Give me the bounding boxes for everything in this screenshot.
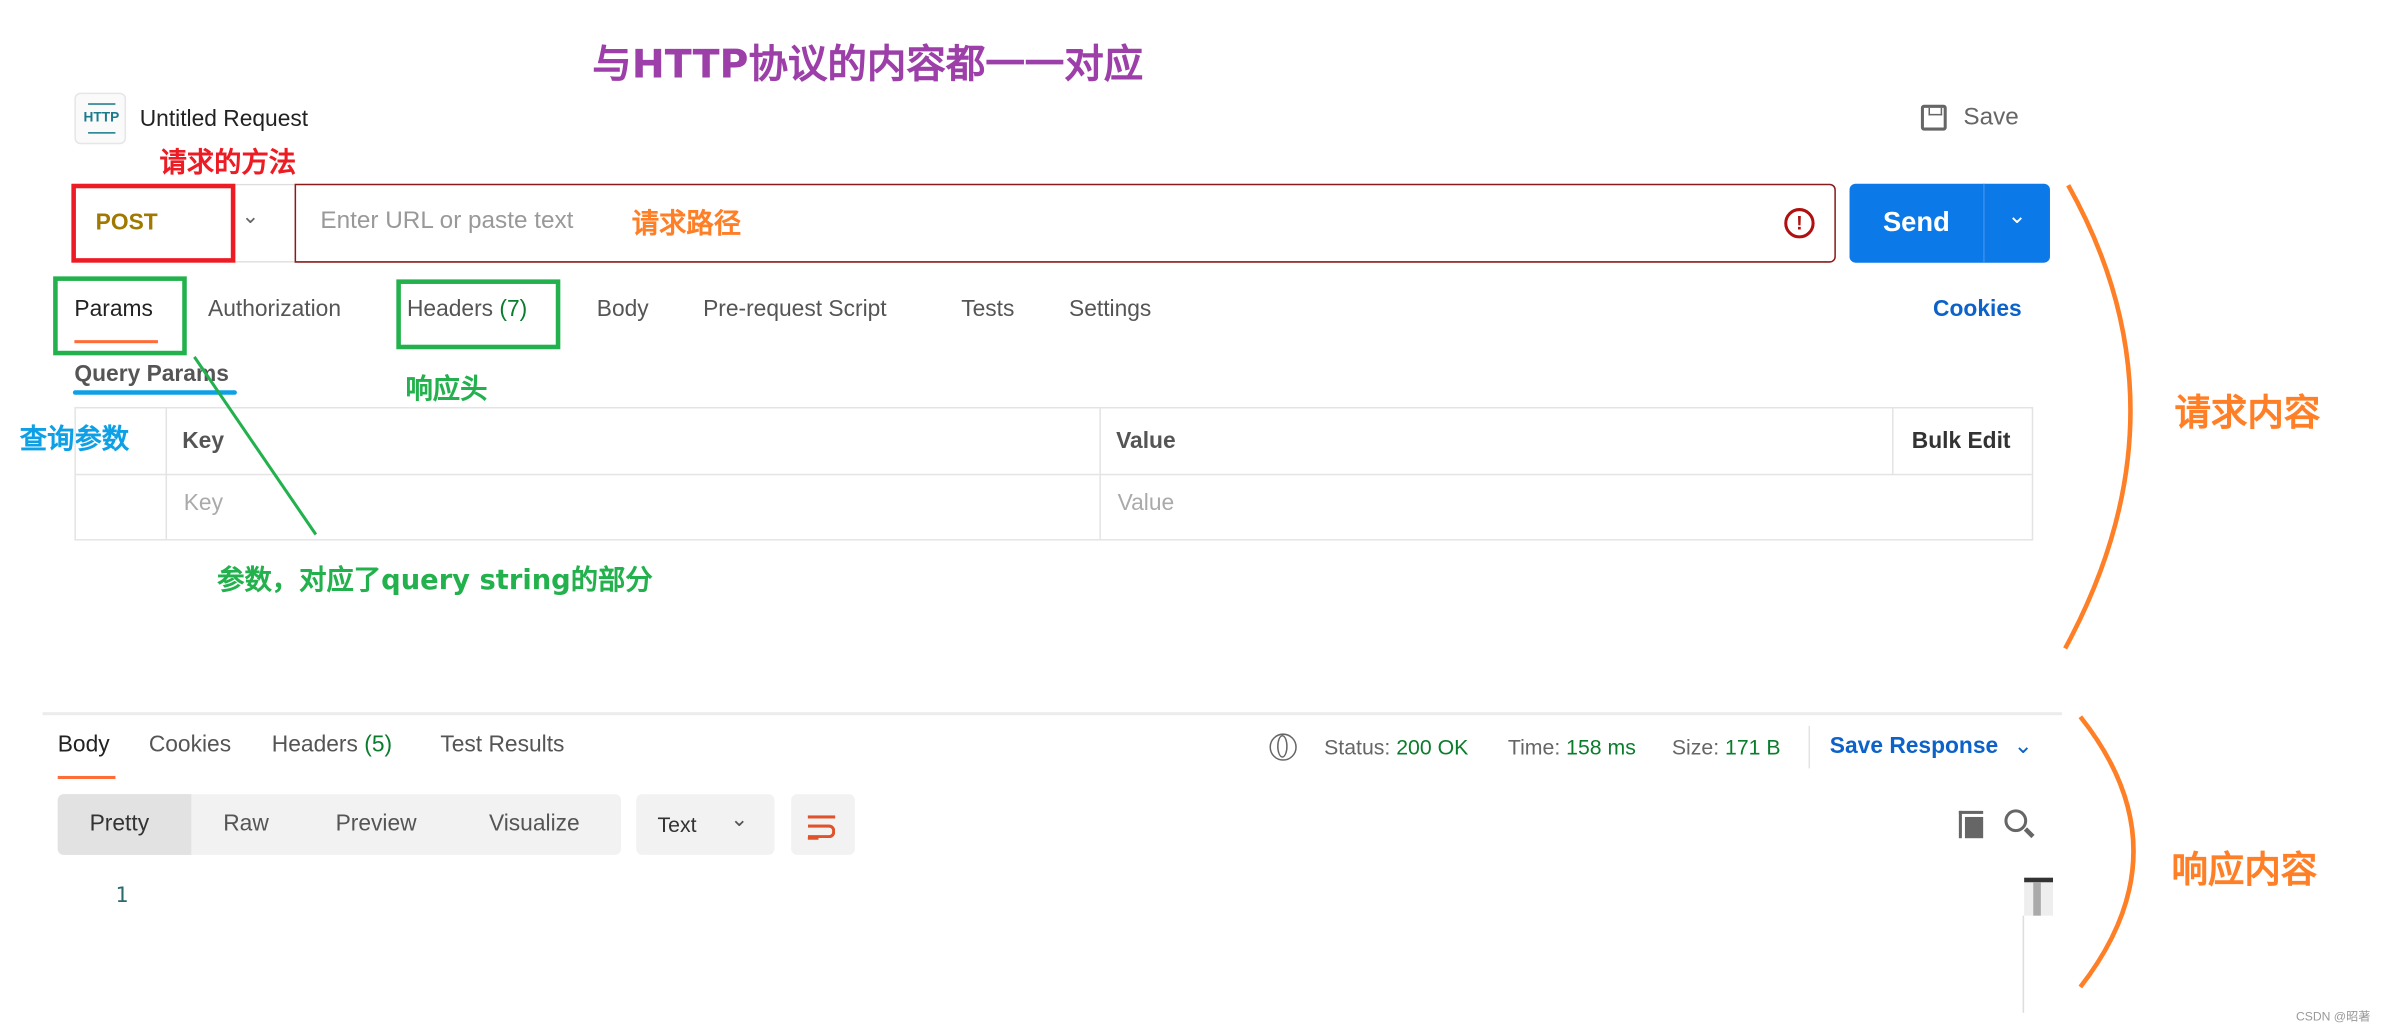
- response-tab-cookies[interactable]: Cookies: [149, 732, 231, 758]
- view-pretty[interactable]: Pretty: [90, 811, 150, 837]
- globe-icon[interactable]: [1269, 733, 1297, 761]
- status-value: 200 OK: [1396, 734, 1469, 760]
- line-number: 1: [115, 883, 129, 909]
- tab-active-underline: [57, 775, 116, 779]
- wrap-lines-button[interactable]: [791, 794, 855, 855]
- format-value: Text: [657, 812, 697, 837]
- watermark: CSDN @昭著: [2295, 1009, 2371, 1024]
- response-tab-test-results[interactable]: Test Results: [440, 732, 564, 758]
- save-response-button[interactable]: Save Response ⌄: [1830, 732, 2033, 759]
- size-value: 171 B: [1725, 734, 1781, 760]
- tab-label: Headers: [271, 731, 358, 758]
- copy-icon[interactable]: [1958, 810, 1984, 839]
- wrap-icon: [807, 815, 836, 819]
- chevron-down-icon: ⌄: [730, 806, 749, 831]
- view-visualize[interactable]: Visualize: [489, 811, 580, 837]
- annotation-request-content: 请求内容: [2174, 391, 2321, 435]
- time-value: 158 ms: [1566, 734, 1636, 760]
- divider: [42, 712, 2063, 716]
- view-segmented-control: Pretty Raw Preview Visualize: [57, 794, 622, 855]
- time: Time: 158 ms: [1507, 734, 1636, 760]
- annotation-params-note: 参数，对应了query string的部分: [217, 564, 653, 597]
- chevron-down-icon: ⌄: [2013, 733, 2033, 760]
- search-icon[interactable]: [2004, 809, 2035, 838]
- view-raw[interactable]: Raw: [223, 811, 269, 837]
- response-tab-headers[interactable]: Headers (5): [272, 732, 392, 758]
- view-preview[interactable]: Preview: [336, 811, 417, 837]
- size: Size: 171 B: [1671, 734, 1781, 760]
- headers-count: (5): [364, 731, 393, 758]
- format-select[interactable]: Text ⌄: [636, 794, 775, 855]
- response-tab-body[interactable]: Body: [58, 732, 110, 758]
- status: Status: 200 OK: [1324, 734, 1469, 760]
- scrollbar[interactable]: [2024, 877, 2054, 916]
- annotation-response-content: 响应内容: [2171, 848, 2318, 892]
